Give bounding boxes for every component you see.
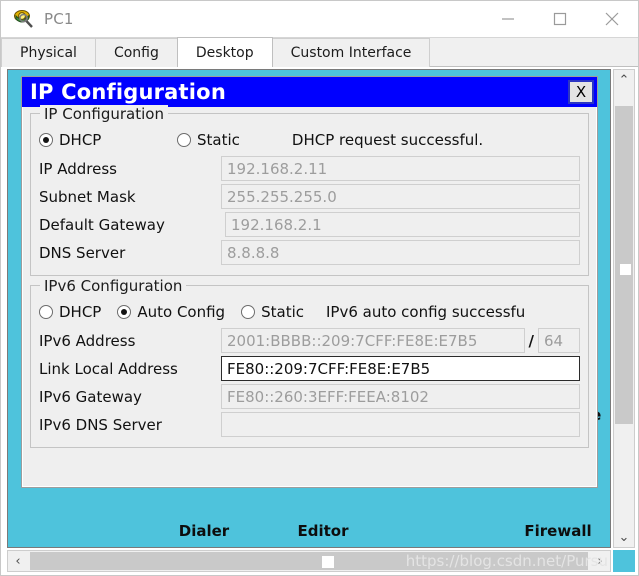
pc-device-window: PC1 Physical Config Desktop Custom Inter… — [0, 0, 639, 576]
tab-strip-filler — [429, 38, 638, 67]
ipv6-address-label: IPv6 Address — [39, 331, 136, 350]
horizontal-scroll-grip — [322, 556, 334, 568]
ipv6-prefix-separator: / — [528, 331, 534, 350]
radio-unchecked-icon — [39, 305, 53, 319]
minimize-button[interactable] — [482, 1, 534, 37]
ipv6-auto-config-radio[interactable]: Auto Config — [117, 303, 225, 321]
ipv4-subnet-label: Subnet Mask — [39, 187, 136, 206]
ipv6-auto-config-label: Auto Config — [137, 303, 226, 321]
desktop-icon-dialer-label: Dialer — [178, 522, 230, 540]
ipv4-static-radio[interactable]: Static — [177, 131, 240, 149]
device-tabs: Physical Config Desktop Custom Interface — [1, 37, 638, 67]
vertical-scroll-track[interactable] — [614, 90, 634, 527]
ipv4-dns-input[interactable]: 8.8.8.8 — [221, 240, 580, 265]
desktop-icon-editor-label: Editor — [297, 522, 349, 540]
packet-tracer-icon — [13, 8, 35, 30]
ipv6-link-local-row: Link Local Address FE80::209:7CFF:FE8E:E… — [39, 355, 580, 382]
radio-checked-icon — [39, 133, 53, 147]
vertical-scroll-thumb[interactable] — [615, 106, 633, 424]
ipv4-configuration-group: IP Configuration DHCP Static DHCP reques… — [30, 105, 589, 276]
ipv6-status-message: IPv6 auto config successfu — [325, 303, 526, 321]
scroll-left-arrow-icon[interactable]: ‹ — [8, 551, 28, 571]
ipv4-dns-row: DNS Server 8.8.8.8 — [39, 239, 580, 266]
tab-desktop[interactable]: Desktop — [176, 37, 273, 67]
ip-configuration-title: IP Configuration — [30, 79, 226, 104]
radio-unchecked-icon — [177, 133, 191, 147]
ipv6-gateway-input[interactable]: FE80::260:3EFF:FEEA:8102 — [221, 384, 580, 409]
ipv6-dns-label: IPv6 DNS Server — [39, 415, 162, 434]
desktop-icon-dialer[interactable]: Dialer — [144, 522, 264, 540]
ipv6-dhcp-radio[interactable]: DHCP — [39, 303, 101, 321]
desktop-icon-firewall[interactable]: Firewall — [498, 522, 610, 540]
ipv4-dhcp-label: DHCP — [59, 131, 102, 149]
desktop-icon-pane: Dialer Editor Firewall te IP C — [7, 69, 611, 548]
ipv6-dns-row: IPv6 DNS Server — [39, 411, 580, 438]
window-title: PC1 — [44, 10, 74, 28]
ipv4-mode-row: DHCP Static DHCP request successful. — [39, 127, 580, 153]
tab-physical[interactable]: Physical — [1, 38, 96, 67]
horizontal-scrollbar[interactable]: ‹ › — [7, 550, 611, 572]
ipv6-dns-input[interactable] — [221, 412, 580, 437]
ipv4-dhcp-radio[interactable]: DHCP — [39, 131, 171, 149]
desktop-body: Dialer Editor Firewall te IP C — [1, 67, 638, 575]
ipv4-gateway-row: Default Gateway 192.168.2.1 — [39, 211, 580, 238]
scroll-right-arrow-icon[interactable]: › — [590, 551, 610, 571]
window-titlebar: PC1 — [1, 1, 638, 37]
ipv6-configuration-group: IPv6 Configuration DHCP Auto Config Stat… — [30, 277, 589, 448]
ip-configuration-content: IP Configuration DHCP Static DHCP reques… — [22, 105, 597, 448]
ipv6-gateway-label: IPv6 Gateway — [39, 387, 142, 406]
scroll-up-arrow-icon[interactable]: ⌃ — [614, 70, 634, 90]
radio-checked-icon — [117, 305, 132, 319]
ipv6-group-legend: IPv6 Configuration — [40, 277, 187, 295]
tab-config[interactable]: Config — [94, 38, 178, 67]
ipv6-prefix-length-input[interactable]: 64 — [538, 328, 580, 353]
ipv4-gateway-label: Default Gateway — [39, 215, 165, 234]
maximize-button[interactable] — [534, 1, 586, 37]
ipv6-link-local-input[interactable]: FE80::209:7CFF:FE8E:E7B5 — [221, 356, 580, 381]
ipv6-gateway-row: IPv6 Gateway FE80::260:3EFF:FEEA:8102 — [39, 383, 580, 410]
horizontal-scroll-track[interactable] — [28, 551, 590, 571]
ipv4-group-legend: IP Configuration — [40, 105, 168, 123]
ipv4-static-label: Static — [197, 131, 240, 149]
ipv6-static-radio[interactable]: Static — [241, 303, 304, 321]
ipv6-static-label: Static — [261, 303, 304, 321]
ipv4-status-message: DHCP request successful. — [291, 131, 484, 149]
ip-configuration-close-button[interactable]: X — [568, 80, 594, 104]
desktop-icon-editor[interactable]: Editor — [263, 522, 383, 540]
ipv6-address-row: IPv6 Address 2001:BBBB::209:7CFF:FE8E:E7… — [39, 327, 580, 354]
tab-custom-interface[interactable]: Custom Interface — [271, 38, 431, 67]
ipv4-gateway-input[interactable]: 192.168.2.1 — [225, 212, 580, 237]
scroll-down-arrow-icon[interactable]: ⌄ — [614, 527, 634, 547]
desktop-icon-firewall-label: Firewall — [524, 522, 592, 540]
ipv4-subnet-row: Subnet Mask 255.255.255.0 — [39, 183, 580, 210]
scrollbar-corner — [613, 550, 635, 572]
ipv4-address-label: IP Address — [39, 159, 117, 178]
ipv6-dhcp-label: DHCP — [59, 303, 102, 321]
ipv4-dns-label: DNS Server — [39, 243, 126, 262]
ipv6-address-input[interactable]: 2001:BBBB::209:7CFF:FE8E:E7B5 — [221, 328, 525, 353]
ip-configuration-titlebar: IP Configuration X — [22, 77, 597, 107]
ipv4-address-row: IP Address 192.168.2.11 — [39, 155, 580, 182]
vertical-scroll-grip — [620, 264, 631, 275]
ipv4-address-input[interactable]: 192.168.2.11 — [221, 156, 580, 181]
window-controls — [482, 1, 638, 37]
horizontal-scroll-thumb[interactable] — [30, 552, 588, 570]
ip-configuration-dialog: IP Configuration X IP Configuration DHCP — [21, 76, 598, 488]
close-button[interactable] — [586, 1, 638, 37]
ipv6-mode-row: DHCP Auto Config Static IPv6 auto config… — [39, 299, 580, 325]
ipv6-link-local-label: Link Local Address — [39, 359, 178, 378]
ipv4-subnet-input[interactable]: 255.255.255.0 — [221, 184, 580, 209]
radio-unchecked-icon — [241, 305, 256, 319]
vertical-scrollbar[interactable]: ⌃ ⌄ — [613, 69, 635, 548]
